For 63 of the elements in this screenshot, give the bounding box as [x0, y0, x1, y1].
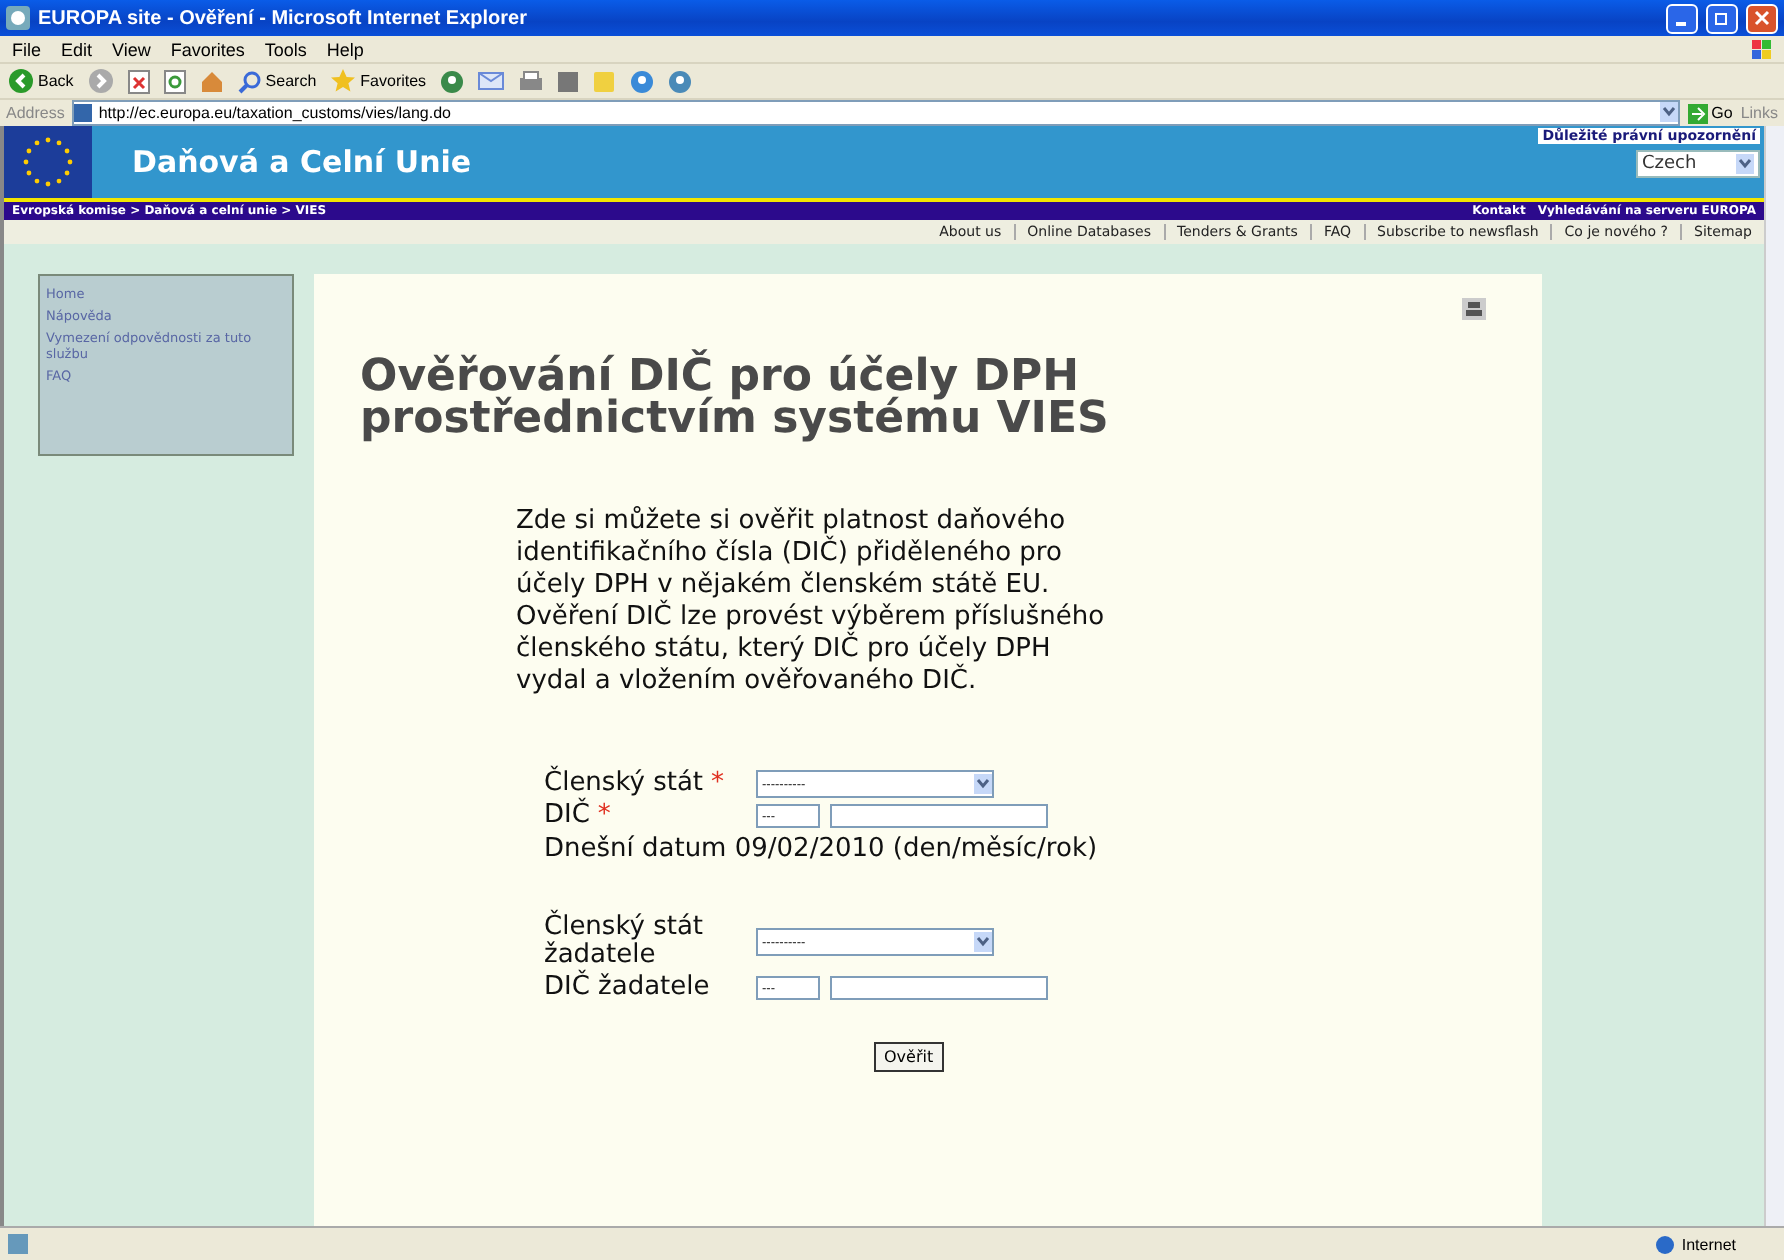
document-refresh-icon [163, 69, 186, 93]
language-select[interactable]: Czech [1636, 150, 1760, 178]
scrollbar[interactable] [1764, 126, 1784, 1226]
vat-number-field[interactable] [830, 976, 1048, 1000]
windows-logo-icon [1752, 39, 1772, 59]
site-title: Daňová a Celní Unie [132, 144, 474, 180]
page-icon [74, 104, 93, 122]
globe-icon [1655, 1235, 1674, 1253]
toolbar-button[interactable]: Back [8, 68, 74, 94]
menu-item[interactable]: Help [326, 39, 364, 59]
menu-item[interactable]: File [12, 39, 42, 59]
printer-icon[interactable] [1462, 298, 1486, 320]
address-field[interactable]: http://ec.europa.eu/taxation_customs/vies/lang.do [72, 100, 1680, 126]
minimize-button[interactable] [1666, 3, 1698, 33]
toolbar-button[interactable] [558, 71, 579, 91]
printer-icon [518, 69, 545, 93]
url-text: http://ec.europa.eu/taxation_customs/vies/lang.do [98, 104, 451, 122]
restore-button[interactable] [1706, 3, 1738, 33]
menu-item[interactable]: Favorites [170, 39, 245, 59]
note-icon [592, 69, 617, 93]
required-asterisk: * [597, 802, 611, 830]
restore-icon [1714, 10, 1730, 26]
date-text: Dnešní datum 09/02/2010 (den/měsíc/rok) [544, 834, 1100, 866]
page-icon [8, 1234, 28, 1254]
menu-item[interactable]: Edit [61, 39, 93, 59]
field-label: DIČ žadatele [544, 974, 710, 1002]
intro-paragraph: Zde si můžete si ověřit platnost daňového identifikačního čísla (DIČ) přiděleného pro účely DPH v nějakém členském státě EU. Ověření DIČ lze provést výběrem příslušného členského státu, který DIČ pro účely DPH vydal a vložením ověřovaného DIČ. [516, 506, 1107, 698]
security-zone: Internet [1681, 1235, 1736, 1253]
close-icon [1754, 10, 1770, 26]
close-button[interactable] [1746, 3, 1778, 33]
toolbar-button[interactable] [163, 69, 186, 93]
house-icon [199, 69, 224, 93]
field-label: DIČ [544, 802, 590, 830]
document-x-icon [127, 69, 150, 93]
square-icon [558, 71, 579, 91]
eu-flag-icon [4, 126, 92, 198]
envelope-icon [478, 70, 505, 92]
menu-item[interactable]: View [112, 39, 151, 59]
arrow-icon [1687, 103, 1708, 123]
vat-number-field[interactable] [830, 804, 1048, 828]
toolbar-button[interactable] [518, 69, 545, 93]
toolbar-button[interactable] [199, 69, 224, 93]
address-label: Address [6, 104, 65, 122]
toolbar-button[interactable] [127, 69, 150, 93]
dropdown-arrow-icon[interactable] [974, 774, 992, 794]
window-title: EUROPA site - Ověření - Microsoft Internet Explorer [38, 7, 529, 29]
verify-button[interactable]: Ověřit [874, 1042, 944, 1072]
star-icon [330, 68, 357, 94]
search-icon [237, 69, 262, 93]
dropdown-arrow-icon[interactable] [1736, 154, 1754, 174]
field-label: Členský stát [544, 770, 704, 798]
toolbar-button[interactable]: Search [237, 69, 317, 93]
field-label: Členský stát žadatele [544, 914, 706, 970]
menu-item[interactable]: Tools [264, 39, 307, 59]
dropdown-arrow-icon[interactable] [1659, 101, 1678, 121]
browser-icon [6, 6, 30, 30]
page-title: Ověřování DIČ pro účely DPH prostřednictvím systému VIES [360, 350, 1111, 446]
dropdown-arrow-icon[interactable] [974, 932, 992, 952]
go-button[interactable]: Go [1687, 103, 1733, 123]
required-asterisk: * [711, 770, 725, 798]
toolbar-button[interactable]: Favorites [330, 68, 427, 94]
toolbar-button[interactable] [87, 68, 114, 94]
toolbar-button[interactable] [478, 70, 505, 92]
